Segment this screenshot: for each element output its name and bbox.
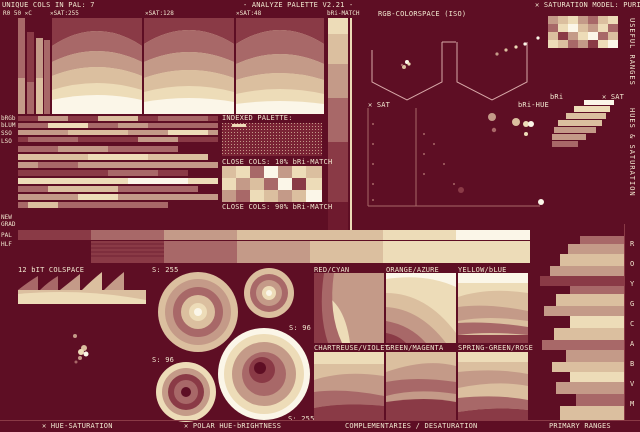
range-c: C	[630, 320, 635, 328]
green-magenta-panel	[386, 352, 456, 420]
palette-gradient-strip	[18, 230, 530, 263]
range-m: M	[630, 400, 635, 408]
sat-bri-scatter	[367, 108, 544, 207]
polar-s255-b	[218, 328, 310, 420]
primary-ranges-stairs	[540, 236, 624, 420]
hlf-label: HLF	[1, 241, 12, 248]
sat128-panel	[144, 18, 234, 114]
close-cols-90-label: CLOSE COLS: 90% bRi-MATCH	[222, 203, 333, 211]
sat128-label: ✕SAT:128	[145, 10, 174, 17]
row-label-sso: SSO	[1, 130, 12, 137]
green-magenta-label: GREEN/MAGENTA	[386, 344, 444, 352]
range-g: G	[630, 300, 635, 308]
sat255-label: ✕SAT:255	[50, 10, 79, 17]
row-label-lso: LSO	[1, 138, 12, 145]
s255b-label: S: 255	[288, 415, 315, 423]
row-label-blum: bLUM	[1, 122, 16, 129]
indexed-palette-grid	[222, 123, 322, 156]
useful-ranges-label: USEFUL RANGES	[628, 18, 636, 86]
polar-s96-b	[156, 362, 216, 422]
close-cols-grid	[222, 166, 322, 202]
range-o: O	[630, 260, 635, 268]
range-bar-2	[27, 32, 34, 114]
complementaries-footer[interactable]: COMPLEMENTARIES / DESATURATION	[345, 422, 477, 430]
hues-saturation-label: HUES & SATURATION	[628, 108, 636, 197]
sat48-label: ✕SAT:48	[236, 10, 262, 17]
bri-sat-staircase	[548, 100, 624, 150]
app-title: - ANALYZE PALETTE V2.21 -	[243, 1, 354, 9]
range-bar-3	[36, 38, 43, 114]
pal-label: PAL	[1, 232, 12, 239]
range-b: B	[630, 360, 635, 368]
unique-cols-label: UNIQUE COLS IN PAL: 7	[2, 1, 95, 9]
range-label: R0 50 ✕C	[3, 10, 32, 17]
hue-saturation-footer[interactable]: ✕ HUE-SATURATION	[42, 422, 113, 430]
row-label-brgb: bRGb	[1, 115, 16, 122]
spring-rose-panel	[458, 352, 528, 420]
range-a: A	[630, 340, 635, 348]
new-grad-label: NEW GRAD	[1, 214, 16, 228]
rgb-colorspace-label: RGB-COLORSPACE (ISO)	[378, 10, 467, 18]
colspace-12bit	[18, 272, 146, 304]
saturation-model-toggle[interactable]: ✕ SATURATION MODEL: PURIST	[535, 1, 640, 9]
sat255-panel	[52, 18, 142, 114]
polar-s96-a	[244, 268, 294, 318]
right-divider	[624, 224, 625, 420]
primary-ranges-footer[interactable]: PRIMARY RANGES	[549, 422, 611, 430]
spring-rose-label: SPRING-GREEN/ROSE	[458, 344, 534, 352]
indexed-palette-title: INDEXED PALETTE:	[222, 114, 293, 122]
chartreuse-violet-label: CHARTREUSE/VIOLET	[314, 344, 390, 352]
hue-sat-scatter	[73, 334, 89, 364]
bri-match-label: bRi-MATCH	[327, 10, 360, 17]
footer-divider	[0, 420, 640, 421]
bri-match-edge	[350, 18, 352, 238]
polar-hue-brightness-footer[interactable]: ✕ POLAR HUE-bRIGHTNESS	[184, 422, 281, 430]
range-bar-1	[18, 18, 25, 114]
close-cols-10-label: CLOSE COLS: 10% bRi-MATCH	[222, 158, 333, 166]
sat48-panel	[236, 18, 324, 114]
range-bar-4	[44, 40, 50, 114]
chartreuse-violet-panel	[314, 352, 384, 420]
range-r: R	[630, 240, 635, 248]
yellow-blue-panel	[458, 273, 528, 343]
orange-azure-panel	[386, 273, 456, 343]
range-y: Y	[630, 280, 635, 288]
palette-grid	[548, 16, 624, 48]
range-v: V	[630, 380, 635, 388]
red-cyan-panel	[314, 273, 384, 343]
ramp-rows	[18, 116, 218, 214]
